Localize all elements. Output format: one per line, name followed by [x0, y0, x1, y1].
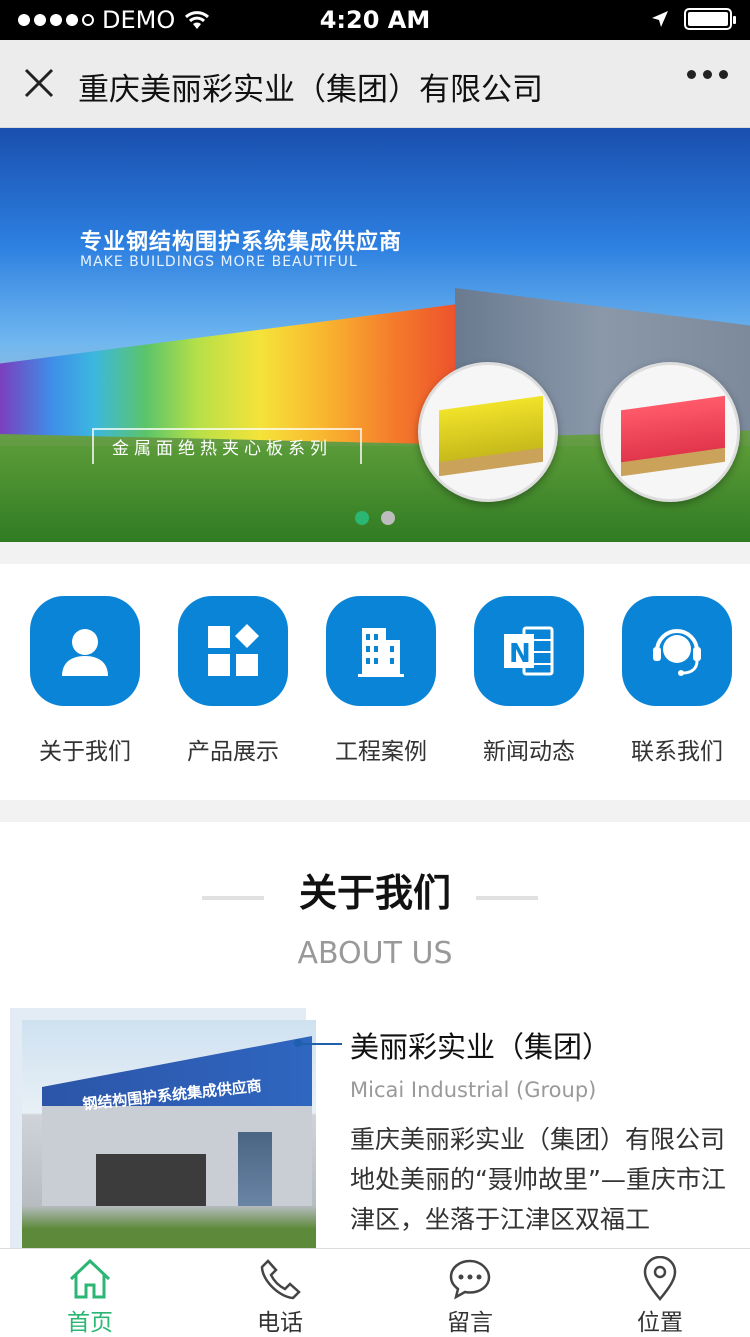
- location-icon: [600, 1255, 720, 1303]
- company-name: 美丽彩实业（集团）: [350, 1030, 612, 1064]
- onenote-icon: N: [474, 596, 584, 706]
- phone-icon: [220, 1255, 340, 1303]
- close-icon[interactable]: [22, 66, 56, 100]
- carousel-indicators: [0, 511, 750, 525]
- quick-link-cases[interactable]: 工程案例: [311, 596, 451, 766]
- status-bar: DEMO 4:20 AM: [0, 0, 750, 40]
- connector-line: [294, 1039, 342, 1047]
- banner-carousel[interactable]: 专业钢结构围护系统集成供应商 MAKE BUILDINGS MORE BEAUT…: [0, 128, 750, 542]
- location-arrow-icon: [652, 11, 668, 27]
- tab-phone[interactable]: 电话: [220, 1255, 340, 1337]
- quick-link-news[interactable]: N 新闻动态: [459, 596, 599, 766]
- section-divider: [0, 542, 750, 564]
- bottom-tab-bar: 首页 电话 留言 位置: [0, 1248, 750, 1337]
- quick-link-contact[interactable]: 联系我们: [607, 596, 747, 766]
- clock: 4:20 AM: [319, 6, 431, 34]
- quick-links: 关于我们 产品展示 工程案例 N 新闻动态 联系我们: [0, 564, 750, 800]
- svg-text:N: N: [509, 639, 531, 669]
- tab-label: 电话: [257, 1310, 303, 1336]
- section-divider: [0, 800, 750, 822]
- headset-icon: [622, 596, 732, 706]
- carousel-dot-active[interactable]: [355, 511, 369, 525]
- quick-link-label: 关于我们: [39, 739, 131, 765]
- banner-series-label: 金属面绝热夹心板系列: [112, 439, 332, 459]
- quick-link-label: 联系我们: [631, 739, 723, 765]
- tab-home[interactable]: 首页: [30, 1255, 150, 1337]
- message-icon: [410, 1255, 530, 1303]
- factory-photo: 钢结构围护系统集成供应商: [22, 1020, 316, 1252]
- battery-icon: [684, 8, 736, 30]
- about-image[interactable]: 钢结构围护系统集成供应商: [10, 1008, 316, 1252]
- tab-location[interactable]: 位置: [600, 1255, 720, 1337]
- about-section-header: 关于我们: [0, 862, 750, 919]
- home-icon: [30, 1255, 150, 1303]
- about-text[interactable]: 美丽彩实业（集团） Micai Industrial (Group) 重庆美丽彩…: [350, 1024, 740, 1240]
- tab-message[interactable]: 留言: [410, 1255, 530, 1337]
- tab-label: 位置: [637, 1310, 683, 1336]
- banner-headline: 专业钢结构围护系统集成供应商: [80, 230, 403, 255]
- red-panel-image: [600, 362, 740, 502]
- more-options-icon[interactable]: [687, 70, 728, 79]
- company-english-name: Micai Industrial (Group): [350, 1078, 597, 1102]
- carousel-dot[interactable]: [381, 511, 395, 525]
- header-line-right: [476, 896, 538, 900]
- banner-subline: MAKE BUILDINGS MORE BEAUTIFUL: [80, 254, 358, 270]
- about-subtitle: ABOUT US: [297, 936, 453, 971]
- yellow-panel-image: [418, 362, 558, 502]
- quick-link-label: 产品展示: [187, 739, 279, 765]
- tab-label: 留言: [447, 1310, 493, 1336]
- quick-link-about[interactable]: 关于我们: [15, 596, 155, 766]
- nav-bar: 重庆美丽彩实业（集团）有限公司: [0, 40, 750, 128]
- building-icon: [326, 596, 436, 706]
- page-title: 重庆美丽彩实业（集团）有限公司: [78, 72, 543, 108]
- quick-link-label: 工程案例: [335, 739, 427, 765]
- quick-link-label: 新闻动态: [483, 739, 575, 765]
- user-icon: [30, 596, 140, 706]
- quick-link-products[interactable]: 产品展示: [163, 596, 303, 766]
- header-line-left: [202, 896, 264, 900]
- company-description: 重庆美丽彩实业（集团）有限公司地处美丽的“聂帅故里”—重庆市江津区，坐落于江津区…: [350, 1125, 726, 1234]
- tab-label: 首页: [67, 1310, 113, 1336]
- grid-icon: [178, 596, 288, 706]
- about-title: 关于我们: [296, 862, 453, 919]
